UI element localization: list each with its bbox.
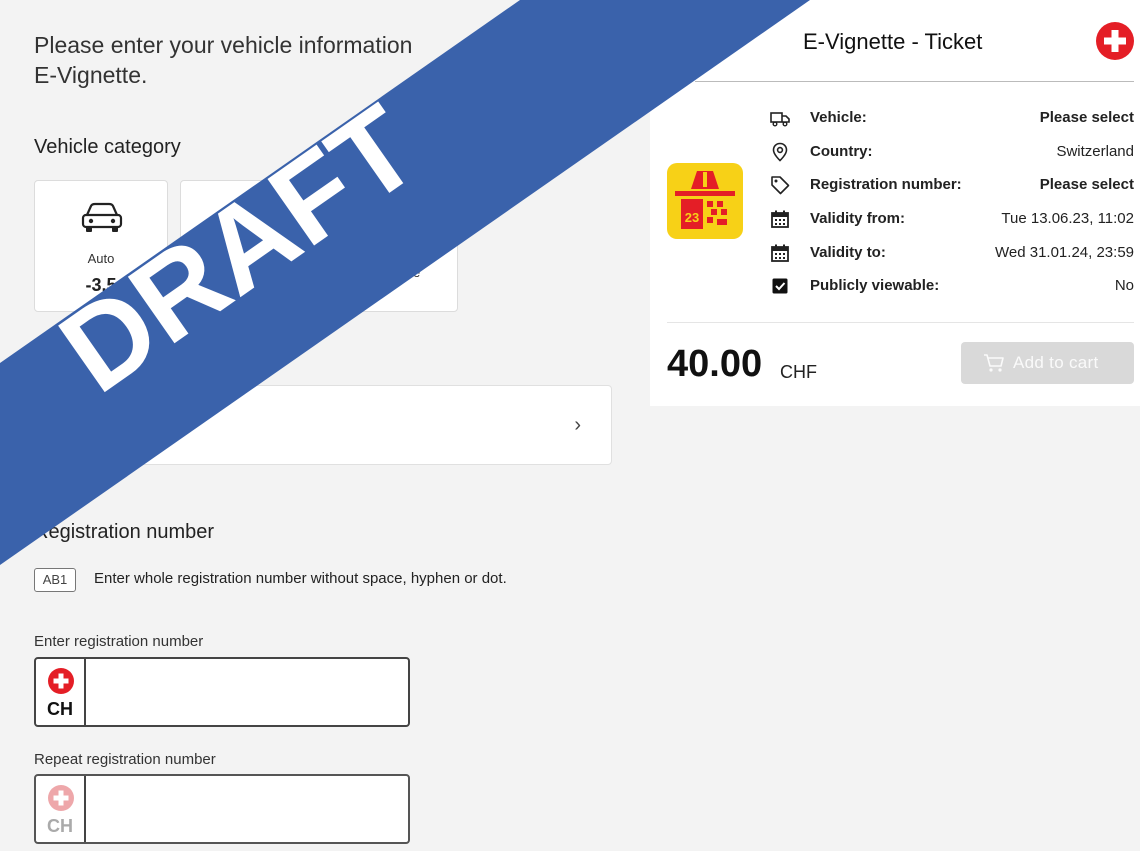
category-other-label: e xyxy=(413,265,421,280)
checkbox-icon xyxy=(772,278,788,294)
intro-line-2: E-Vignette. xyxy=(34,62,148,88)
info-key: Validity from: xyxy=(810,210,906,227)
registration-title: Registration number xyxy=(34,521,215,543)
ticket-divider xyxy=(695,81,1134,82)
info-value: No xyxy=(1114,277,1134,294)
country-code-repeat: CH xyxy=(47,816,73,836)
plate-prefix-repeat: CH xyxy=(36,776,86,842)
ticket-currency: CHF xyxy=(780,362,817,382)
repeat-registration-field[interactable]: CH xyxy=(34,774,410,844)
plate-prefix: CH xyxy=(36,659,86,725)
add-to-cart-label: Add to cart xyxy=(1013,353,1099,372)
info-key: Registration number: xyxy=(810,176,962,193)
info-row-registration: Registration number: Please select xyxy=(770,173,1134,197)
car-icon xyxy=(81,202,123,232)
category-card-other[interactable]: e xyxy=(180,180,458,312)
intro-text: Please enter your vehicle information E-… xyxy=(34,30,594,90)
info-value: Wed 31.01.24, 23:59 xyxy=(995,244,1134,261)
swiss-cross-icon xyxy=(48,785,74,811)
swiss-cross-icon xyxy=(1096,22,1134,60)
vehicle-select-row[interactable]: › xyxy=(34,385,612,465)
ticket-panel: E-Vignette - Ticket 23 Vehicle: Please s… xyxy=(650,0,1140,406)
repeat-registration-label: Repeat registration number xyxy=(34,751,216,768)
enter-registration-label: Enter registration number xyxy=(34,633,204,650)
category-auto-weight: -3.5 xyxy=(85,275,117,295)
info-row-country: Country: Switzerland xyxy=(770,140,1134,164)
ticket-title: E-Vignette - Ticket xyxy=(803,29,983,54)
registration-hint: Enter whole registration number without … xyxy=(94,570,507,587)
ticket-divider-bottom xyxy=(667,322,1134,323)
calendar-icon xyxy=(771,210,789,228)
info-value: Switzerland xyxy=(1056,143,1134,160)
info-row-validity-from: Validity from: Tue 13.06.23, 11:02 xyxy=(770,207,1134,231)
chevron-right-icon: › xyxy=(574,414,581,436)
category-auto-label: Auto xyxy=(87,251,115,266)
vehicle-form: Please enter your vehicle information E-… xyxy=(34,0,634,851)
truck-icon xyxy=(770,112,790,127)
info-value: Please select xyxy=(1039,109,1134,126)
cart-icon xyxy=(984,354,1004,372)
enter-registration-field[interactable]: CH xyxy=(34,657,410,727)
add-to-cart-button[interactable]: Add to cart xyxy=(961,342,1134,384)
info-value: Please select xyxy=(1039,176,1134,193)
swiss-cross-icon xyxy=(48,668,74,694)
info-key: Vehicle: xyxy=(810,109,867,126)
plate-badge-icon: AB1 xyxy=(34,568,76,592)
enter-registration-input[interactable] xyxy=(92,663,404,723)
category-card-auto[interactable]: Auto -3.5 xyxy=(34,180,168,312)
country-code: CH xyxy=(47,699,73,719)
info-value: Tue 13.06.23, 11:02 xyxy=(1001,210,1134,227)
calendar-icon xyxy=(771,244,789,262)
info-row-vehicle: Vehicle: Please select xyxy=(770,106,1134,130)
info-key: Publicly viewable: xyxy=(810,277,940,294)
vignette-logo-icon: 23 xyxy=(667,163,743,239)
location-pin-icon xyxy=(772,142,788,162)
info-key: Validity to: xyxy=(810,244,886,261)
info-row-validity-to: Validity to: Wed 31.01.24, 23:59 xyxy=(770,241,1134,265)
info-key: Country: xyxy=(810,143,873,160)
vignette-logo-number: 23 xyxy=(685,210,699,225)
intro-line-1: Please enter your vehicle information xyxy=(34,32,413,58)
tag-icon xyxy=(771,176,790,195)
vehicle-category-title: Vehicle category xyxy=(34,136,181,158)
info-row-publicly-viewable: Publicly viewable: No xyxy=(770,274,1134,298)
repeat-registration-input[interactable] xyxy=(92,780,404,840)
ticket-price: 40.00 xyxy=(667,343,763,385)
